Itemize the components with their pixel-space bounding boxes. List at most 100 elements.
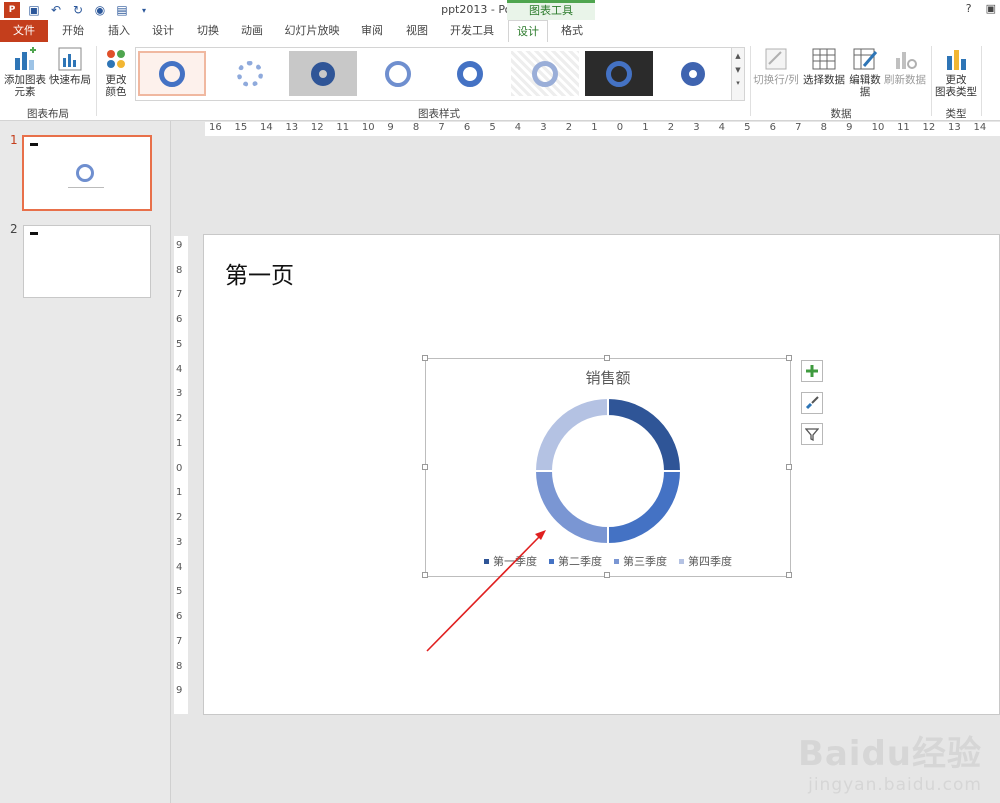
ruler-tick-label: 6 (463, 122, 471, 133)
window-title: ppt2013 - PowerPoint (441, 3, 559, 16)
doughnut-segment-4[interactable] (533, 396, 609, 472)
slide-title[interactable]: 第一页 (225, 256, 294, 290)
chart-elements-button[interactable] (801, 360, 823, 382)
legend-swatch (549, 558, 554, 564)
ruler-tick-label: 13 (948, 122, 961, 133)
resize-handle[interactable] (422, 355, 428, 361)
slide-thumbnail-1[interactable] (22, 135, 152, 211)
legend-label: 第三季度 (623, 555, 667, 568)
tab-view[interactable]: 视图 (398, 20, 436, 42)
group-label-data: 数据 (830, 108, 852, 120)
change-colors-button[interactable]: 更改 颜色 (99, 46, 133, 98)
ruler-tick-label: 3 (540, 122, 547, 133)
chart-style-1[interactable] (138, 51, 206, 96)
tab-insert[interactable]: 插入 (100, 20, 138, 42)
chart-style-2[interactable] (216, 51, 284, 96)
chart-styles-gallery: ▲ ▼ ▾ (135, 47, 745, 101)
chart-title[interactable]: 销售额 (425, 367, 791, 388)
ruler-tick-label: 9 (846, 122, 853, 133)
filter-icon (805, 428, 819, 441)
legend-item[interactable]: 第二季度 (549, 553, 602, 569)
resize-handle[interactable] (786, 572, 792, 578)
select-data-label: 选择数据 (803, 74, 845, 86)
quick-layout-label: 快速布局 (49, 74, 91, 86)
resize-handle[interactable] (422, 464, 428, 470)
legend-item[interactable]: 第四季度 (679, 553, 732, 569)
ruler-tick-label: 4 (176, 363, 183, 375)
ruler-tick-label: 2 (176, 413, 183, 425)
ruler-tick-label: 2 (176, 512, 183, 524)
resize-handle[interactable] (786, 355, 792, 361)
doughnut-chart[interactable] (532, 395, 684, 547)
tab-slideshow[interactable]: 幻灯片放映 (280, 20, 344, 42)
ruler-tick-label: 12 (922, 122, 936, 133)
ruler-tick-label: 3 (176, 536, 183, 548)
ruler-tick-label: 0 (616, 122, 624, 133)
legend-swatch (679, 558, 684, 564)
resize-handle[interactable] (604, 572, 610, 578)
gallery-down-icon[interactable]: ▼ (732, 66, 744, 74)
vertical-ruler: 9 8 7 6 5 4 3 2 1 0 1 2 3 4 5 6 7 8 9 (174, 236, 188, 714)
ribbon-display-button[interactable]: ▣ (986, 2, 996, 15)
ruler-tick-label: 4 (718, 122, 726, 133)
help-button[interactable]: ? (966, 2, 972, 15)
ruler-tick-label: 9 (387, 122, 394, 133)
change-chart-type-button[interactable]: 更改 图表类型 (934, 46, 978, 98)
switch-row-column-button[interactable]: 切换行/列 (753, 46, 799, 86)
doughnut-segment-3[interactable] (533, 470, 609, 546)
quick-layout-button[interactable]: 快速布局 (48, 46, 92, 86)
change-chart-type-label: 更改 (945, 74, 967, 86)
add-chart-element-label: 添加图表 (4, 74, 46, 86)
chart-legend[interactable]: 第一季度 第二季度 第三季度 第四季度 (425, 553, 791, 569)
gallery-more-icon[interactable]: ▾ (732, 79, 744, 87)
refresh-data-label: 刷新数据 (884, 74, 926, 86)
legend-item[interactable]: 第三季度 (614, 553, 667, 569)
switch-row-column-icon (763, 46, 789, 72)
tab-chart-format[interactable]: 格式 (553, 20, 591, 42)
resize-handle[interactable] (422, 572, 428, 578)
chart-filters-button[interactable] (801, 423, 823, 445)
thumb-title-mark (30, 232, 38, 235)
ruler-tick-label: 4 (514, 122, 522, 133)
edit-data-button[interactable]: 编辑数 据 (847, 46, 883, 98)
ruler-tick-label: 14 (259, 122, 273, 133)
watermark-url: jingyan.baidu.com (808, 775, 982, 795)
group-label-type: 类型 (945, 108, 967, 120)
gallery-scroll[interactable]: ▲ ▼ ▾ (731, 48, 744, 100)
ruler-tick-label: 8 (412, 122, 420, 133)
tab-file[interactable]: 文件 (0, 20, 48, 42)
legend-label: 第四季度 (688, 555, 732, 568)
tab-developer[interactable]: 开发工具 (444, 20, 500, 42)
refresh-data-button[interactable]: 刷新数据 (883, 46, 927, 86)
chart-style-7[interactable] (585, 51, 653, 96)
legend-label: 第二季度 (558, 555, 602, 568)
gallery-up-icon[interactable]: ▲ (732, 52, 744, 60)
add-chart-element-button[interactable]: 添加图表 元素 (2, 46, 48, 98)
chart-style-5[interactable] (436, 51, 504, 96)
ruler-tick-label: 1 (176, 437, 183, 449)
chart-style-6[interactable] (511, 51, 579, 96)
palette-icon (103, 46, 129, 72)
doughnut-segment-2[interactable] (607, 470, 683, 546)
tab-review[interactable]: 审阅 (353, 20, 391, 42)
change-chart-type-icon (943, 46, 969, 72)
resize-handle[interactable] (604, 355, 610, 361)
legend-label: 第一季度 (493, 555, 537, 568)
tab-design[interactable]: 设计 (144, 20, 182, 42)
chart-style-8[interactable] (659, 51, 727, 96)
doughnut-segment-1[interactable] (607, 396, 683, 472)
legend-item[interactable]: 第一季度 (484, 553, 537, 569)
tab-home[interactable]: 开始 (54, 20, 92, 42)
switch-row-column-label: 切换行/列 (753, 74, 799, 86)
resize-handle[interactable] (786, 464, 792, 470)
slide-thumbnail-2[interactable] (23, 225, 151, 298)
tab-transitions[interactable]: 切换 (189, 20, 227, 42)
chart-styles-button[interactable] (801, 392, 823, 414)
ruler-tick-label: 4 (176, 561, 183, 573)
select-data-button[interactable]: 选择数据 (801, 46, 847, 86)
chart-style-4[interactable] (364, 51, 432, 96)
chart-style-3[interactable] (289, 51, 357, 96)
slide-thumbnail-pane: 1 2 (0, 121, 171, 803)
tab-chart-design[interactable]: 设计 (508, 20, 548, 43)
tab-animations[interactable]: 动画 (233, 20, 271, 42)
